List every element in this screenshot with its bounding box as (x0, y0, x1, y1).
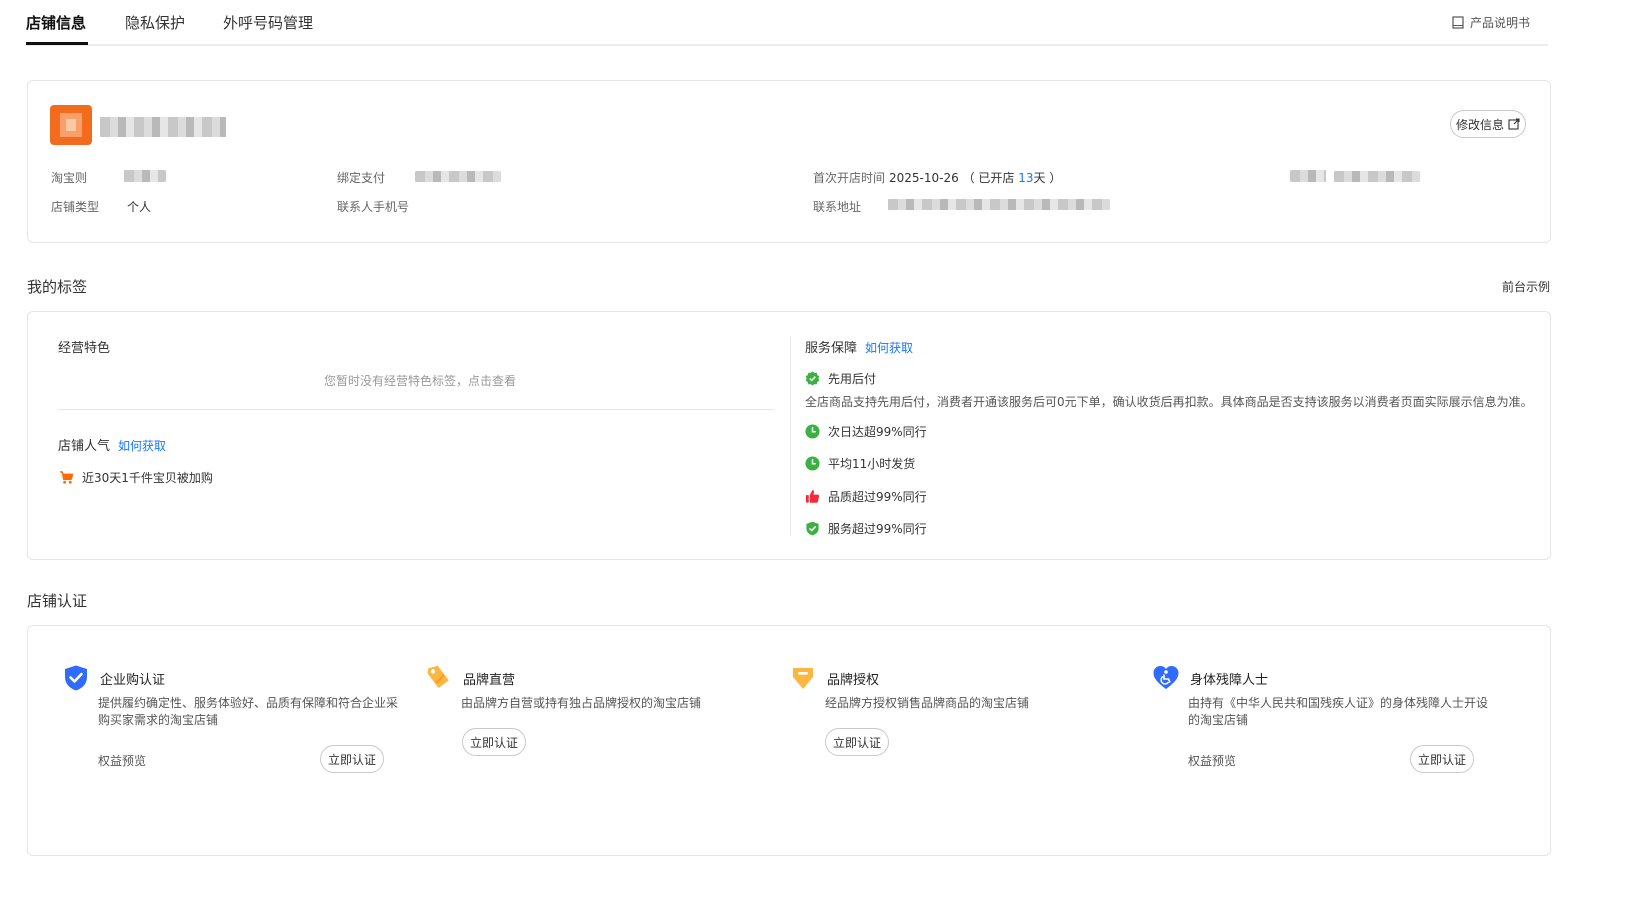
cert-button-disabled[interactable]: 立即认证 (1410, 745, 1474, 773)
open-suffix: 天 ） (1033, 171, 1062, 185)
service-item-label: 次日达超99%同行 (828, 425, 927, 439)
feature-empty-hint[interactable]: 您暂时没有经营特色标签，点击查看 (324, 372, 516, 389)
cert-title-brand-direct: 品牌直营 (463, 673, 516, 688)
bind-pay-redacted (415, 171, 501, 182)
cert-title-disabled: 身体残障人士 (1190, 673, 1269, 688)
store-logo (50, 105, 92, 145)
cert-benefit-enterprise[interactable]: 权益预览 (98, 752, 146, 769)
cert-desc-enterprise-line1: 提供履约确定性、服务体验好、品质有保障和符合企业采 (98, 696, 399, 710)
popularity-title-text: 店铺人气 (58, 439, 111, 454)
open-prefix: （ 已开店 (962, 171, 1015, 185)
edit-info-label: 修改信息 (1455, 117, 1504, 132)
section-divider (58, 409, 774, 410)
open-time-value: 2025-10-26 （ 已开店 13天 ） (889, 169, 1061, 186)
service-item-label: 服务超过99%同行 (828, 522, 927, 536)
service-title-text: 服务保障 (805, 341, 858, 356)
cert-title-enterprise: 企业购认证 (100, 673, 166, 688)
tab-store-info[interactable]: 店铺信息 (26, 12, 86, 33)
my-tags-title: 我的标签 (27, 278, 88, 296)
cert-card: 企业购认证 提供履约确定性、服务体验好、品质有保障和符合企业采 购买家需求的淘宝… (27, 625, 1551, 856)
vertical-divider (790, 336, 791, 536)
store-info-card: 修改信息 淘宝则 绑定支付 首次开店时间 2025-10-26 （ 已开店 13… (27, 80, 1551, 243)
service-item: 平均11小时发货 (805, 455, 915, 472)
service-item-label: 平均11小时发货 (828, 457, 916, 471)
cert-button-enterprise[interactable]: 立即认证 (320, 745, 384, 773)
feature-title: 经营特色 (58, 341, 111, 356)
store-type-label: 店铺类型 (51, 200, 100, 214)
address-label: 联系地址 (813, 200, 862, 214)
cert-title-brand-auth: 品牌授权 (827, 673, 880, 688)
heart-accessibility-icon (1153, 666, 1179, 689)
front-example-link[interactable]: 前台示例 (1502, 278, 1550, 295)
popularity-item: 近30天1千件宝贝被加购 (59, 469, 213, 486)
clock-icon (805, 424, 820, 439)
cert-desc-brand-direct: 由品牌方自营或持有独占品牌授权的淘宝店铺 (461, 696, 702, 710)
cert-desc-disabled-line1: 由持有《中华人民共和国残疾人证》的身体残障人士开设 (1188, 696, 1489, 710)
popularity-item-label: 近30天1千件宝贝被加购 (82, 471, 213, 485)
product-manual-link[interactable]: 产品说明书 (1452, 14, 1530, 31)
pay-later-label: 先用后付 (828, 372, 877, 386)
open-time-label: 首次开店时间 (813, 171, 886, 185)
service-title: 服务保障 如何获取 (805, 337, 913, 356)
cert-section-title: 店铺认证 (27, 592, 88, 610)
address-redacted (888, 199, 1110, 210)
shield-check-icon (65, 665, 87, 691)
tag-icon (427, 665, 449, 689)
open-days: 13 (1018, 171, 1034, 185)
contact-phone-label: 联系人手机号 (337, 200, 410, 214)
service-item: 服务超过99%同行 (805, 520, 927, 537)
service-how-to-get-link[interactable]: 如何获取 (865, 341, 913, 355)
product-manual-label: 产品说明书 (1469, 16, 1530, 30)
shopping-cart-icon (59, 471, 74, 484)
shield-check-icon (806, 521, 819, 536)
bind-pay-label: 绑定支付 (337, 171, 386, 185)
popularity-title: 店铺人气 如何获取 (58, 435, 166, 454)
store-name-redacted (100, 117, 226, 137)
book-icon (1452, 16, 1464, 29)
open-date: 2025-10-26 (889, 171, 959, 185)
cert-desc-brand-auth: 经品牌方授权销售品牌商品的淘宝店铺 (825, 696, 1030, 710)
edit-info-button[interactable]: 修改信息 (1450, 110, 1526, 138)
extra-value-redacted (1334, 171, 1420, 182)
active-tab-indicator (26, 42, 88, 45)
taobao-account-label: 淘宝则 (51, 171, 88, 185)
pay-later-item: 先用后付 (805, 370, 876, 387)
badge-icon (805, 371, 820, 386)
cert-button-brand-direct[interactable]: 立即认证 (462, 728, 526, 756)
taobao-account-redacted (124, 170, 166, 182)
cert-desc-enterprise-line2: 购买家需求的淘宝店铺 (98, 713, 219, 727)
pay-later-desc: 全店商品支持先用后付，消费者开通该服务后可0元下单，确认收货后再扣款。具体商品是… (805, 395, 1533, 409)
external-link-icon (1508, 118, 1520, 130)
my-tags-card: 经营特色 您暂时没有经营特色标签，点击查看 店铺人气 如何获取 近30天1千件宝贝… (27, 311, 1551, 560)
popularity-how-to-get-link[interactable]: 如何获取 (118, 439, 166, 453)
top-tabs: 店铺信息 隐私保护 外呼号码管理 产品说明书 (26, 0, 1548, 46)
service-item-label: 品质超过99%同行 (828, 490, 927, 504)
clock-icon (805, 456, 820, 471)
cert-button-brand-auth[interactable]: 立即认证 (825, 728, 889, 756)
thumbs-up-icon (805, 490, 820, 503)
service-item: 次日达超99%同行 (805, 423, 927, 440)
store-type-value: 个人 (127, 200, 152, 214)
diamond-icon (793, 668, 813, 689)
cert-desc-disabled-line2: 的淘宝店铺 (1188, 713, 1249, 727)
tab-privacy[interactable]: 隐私保护 (125, 12, 185, 33)
cert-benefit-disabled[interactable]: 权益预览 (1188, 752, 1236, 769)
extra-label-redacted (1290, 170, 1326, 182)
service-item: 品质超过99%同行 (805, 488, 927, 505)
tab-outbound-numbers[interactable]: 外呼号码管理 (223, 12, 313, 33)
